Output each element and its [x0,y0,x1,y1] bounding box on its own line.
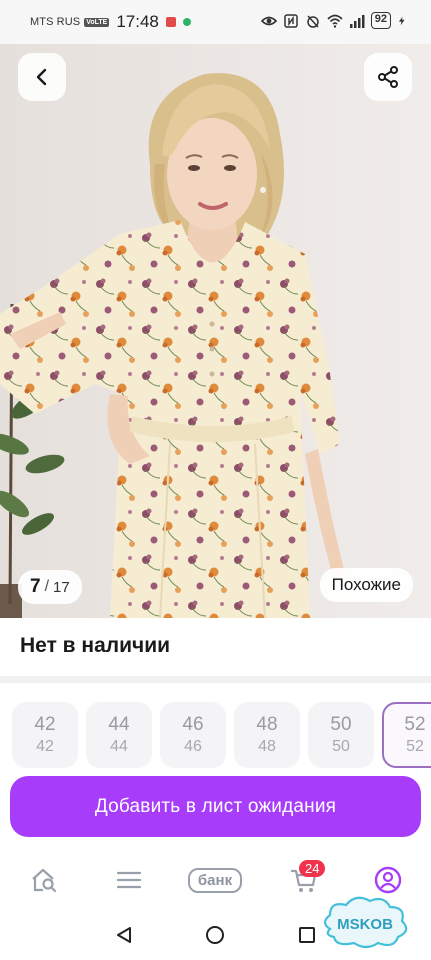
image-counter-separator: / [44,578,50,595]
size-option[interactable]: 44 44 [86,702,152,768]
share-icon [378,66,398,88]
size-option-selected[interactable]: 52 52 [382,702,431,768]
size-option[interactable]: 42 42 [12,702,78,768]
volte-badge: VoLTE [84,17,110,27]
watermark-logo: MSKOB [323,896,408,949]
size-label-secondary: 46 [184,738,202,755]
size-label-secondary: 48 [258,738,276,755]
system-home-icon[interactable] [205,925,225,945]
signal-icon [349,14,365,28]
menu-icon [116,871,142,889]
size-option[interactable]: 48 48 [234,702,300,768]
notification-app-icon-2 [182,18,191,26]
nav-home[interactable] [28,862,60,898]
size-label: 46 [182,714,204,735]
system-recents-icon[interactable] [297,925,317,945]
product-gallery[interactable]: 7 / 17 Похожие [0,44,431,618]
alarm-off-icon [307,14,319,28]
clock: 17:48 [116,12,159,31]
image-counter: 7 / 17 [18,570,82,604]
product-photo [0,44,431,618]
carrier-name: MTS RUS [30,16,81,28]
watermark-text: MSKOB [337,916,393,933]
size-selector: 42 42 44 44 46 46 48 48 50 50 52 52 [12,702,431,768]
size-label: 52 [404,714,426,735]
size-label: 48 [256,714,278,735]
profile-icon [374,866,402,894]
size-option[interactable]: 50 50 [308,702,374,768]
similar-button[interactable]: Похожие [319,568,413,602]
status-left: MTS RUS VoLTE 17:48 [30,12,191,32]
availability-status: Нет в наличии [20,634,171,657]
product-page: MTS RUS VoLTE 17:48 92 7 / 17 Похожие Не… [0,0,431,960]
action-bar: Добавить в лист ожидания [0,768,431,854]
bank-label: банк [187,867,243,893]
add-to-waitlist-button[interactable]: Добавить в лист ожидания [10,776,421,837]
section-divider [0,676,431,683]
system-back-icon[interactable] [114,925,134,945]
size-label: 50 [330,714,352,735]
nav-bank[interactable]: банк [184,862,246,898]
image-counter-current: 7 [30,576,41,597]
size-label: 44 [108,714,130,735]
share-button[interactable] [364,53,412,101]
size-label-secondary: 50 [332,738,350,755]
size-label-secondary: 42 [36,738,54,755]
charging-icon [398,16,405,25]
size-label-secondary: 52 [406,738,424,755]
nav-catalog[interactable] [113,862,145,898]
cart-count-badge: 24 [299,860,326,877]
home-search-icon [32,868,57,893]
chevron-left-icon [36,68,47,86]
size-option[interactable]: 46 46 [160,702,226,768]
battery-level: 92 [370,12,391,29]
wifi-icon [327,14,343,28]
status-bar: MTS RUS VoLTE 17:48 92 [0,0,431,44]
nfc-icon [284,13,298,28]
back-button[interactable] [18,53,66,101]
eye-icon [260,16,277,25]
size-label: 42 [34,714,56,735]
status-right: 92 [260,12,407,29]
notification-app-icon [165,17,176,27]
size-label-secondary: 44 [110,738,128,755]
image-counter-total: 17 [53,578,70,596]
